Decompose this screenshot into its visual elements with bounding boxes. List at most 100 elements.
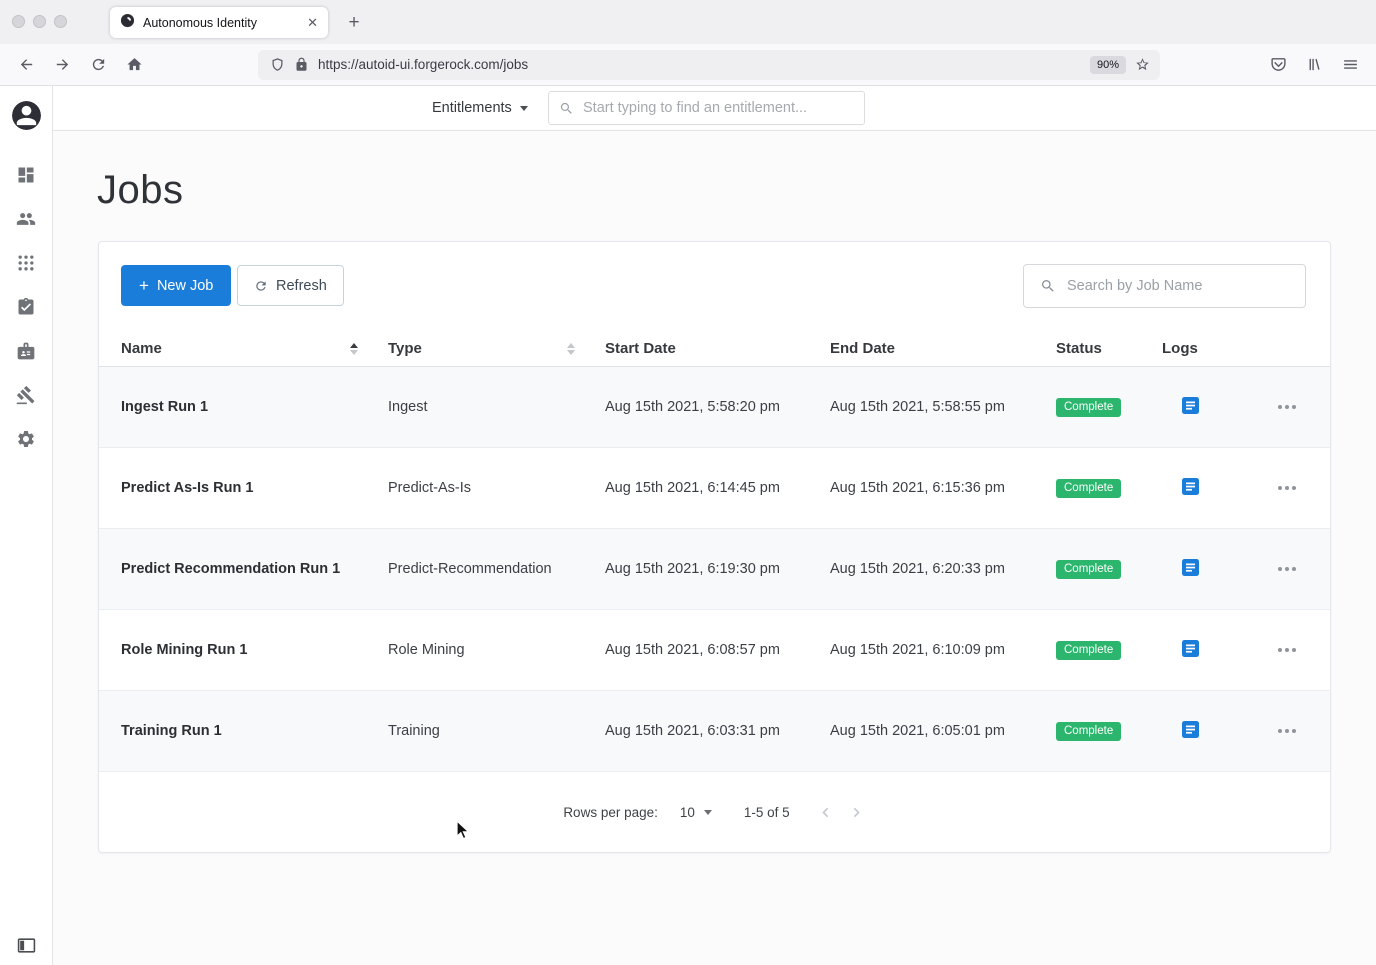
job-start-date: Aug 15th 2021, 6:19:30 pm [605, 561, 780, 577]
table-row: Role Mining Run 1 Role Mining Aug 15th 2… [99, 610, 1330, 691]
table-row: Predict Recommendation Run 1 Predict-Rec… [99, 529, 1330, 610]
reload-button[interactable] [80, 50, 116, 80]
row-actions-button[interactable] [1278, 567, 1296, 571]
tab-title: Autonomous Identity [143, 15, 257, 30]
search-icon [560, 102, 572, 114]
entitlements-dropdown[interactable]: Entitlements [432, 86, 528, 130]
bookmark-star-icon[interactable] [1135, 57, 1150, 72]
job-end-date: Aug 15th 2021, 6:05:01 pm [830, 723, 1005, 739]
next-page-button[interactable] [847, 803, 866, 822]
job-start-date: Aug 15th 2021, 6:03:31 pm [605, 723, 780, 739]
sidebar-item-rules[interactable] [16, 385, 36, 405]
job-search-input[interactable] [1067, 278, 1293, 294]
browser-chrome: Autonomous Identity ✕ + https://autoid-u… [0, 0, 1376, 86]
refresh-button[interactable]: Refresh [237, 265, 344, 306]
search-icon [1042, 280, 1054, 292]
sidebar-item-dashboard[interactable] [16, 165, 36, 185]
rows-per-page-label: Rows per page: [563, 804, 658, 820]
job-type: Role Mining [388, 642, 465, 658]
status-badge: Complete [1056, 478, 1122, 498]
plus-icon: + [139, 275, 149, 295]
sidebar-item-identities[interactable] [16, 209, 36, 229]
status-badge: Complete [1056, 559, 1122, 579]
row-actions-button[interactable] [1278, 486, 1296, 490]
job-type: Predict-As-Is [388, 480, 471, 496]
new-tab-button[interactable]: + [342, 11, 366, 35]
browser-window: Autonomous Identity ✕ + https://autoid-u… [0, 0, 1376, 965]
zoom-indicator[interactable]: 90% [1089, 55, 1126, 74]
job-start-date: Aug 15th 2021, 6:08:57 pm [605, 642, 780, 658]
job-end-date: Aug 15th 2021, 6:10:09 pm [830, 642, 1005, 658]
window-minimize-button[interactable] [33, 15, 46, 28]
page-title: Jobs [97, 168, 184, 212]
new-job-label: New Job [156, 277, 214, 294]
lock-icon[interactable] [294, 57, 309, 72]
job-end-date: Aug 15th 2021, 6:20:33 pm [830, 561, 1005, 577]
avatar[interactable] [11, 101, 41, 130]
window-controls [12, 15, 67, 28]
sidebar-item-tasks[interactable] [16, 297, 36, 317]
entitlements-dropdown-label: Entitlements [432, 100, 512, 116]
job-name: Predict Recommendation Run 1 [121, 561, 341, 577]
sidebar-item-entitlements[interactable] [16, 341, 36, 361]
sidebar-collapse-button[interactable] [0, 936, 52, 955]
sidebar-item-settings[interactable] [16, 429, 36, 449]
refresh-icon [256, 280, 266, 291]
chevron-down-icon [703, 809, 712, 815]
window-close-button[interactable] [12, 15, 25, 28]
row-actions-button[interactable] [1278, 729, 1296, 733]
logs-button[interactable] [1182, 720, 1199, 738]
table-row: Ingest Run 1 Ingest Aug 15th 2021, 5:58:… [99, 367, 1330, 448]
forward-button[interactable] [44, 50, 80, 80]
table-row: Predict As-Is Run 1 Predict-As-Is Aug 15… [99, 448, 1330, 529]
status-badge: Complete [1056, 721, 1122, 741]
menu-button[interactable] [1332, 50, 1368, 80]
column-header-name[interactable]: Name [121, 340, 388, 357]
column-header-type[interactable]: Type [388, 340, 605, 357]
logs-button[interactable] [1182, 396, 1199, 414]
home-button[interactable] [116, 50, 152, 80]
url-bar[interactable]: https://autoid-ui.forgerock.com/jobs 90% [258, 49, 1160, 80]
new-job-button[interactable]: + New Job [121, 265, 232, 306]
job-start-date: Aug 15th 2021, 5:58:20 pm [605, 399, 780, 415]
job-type: Predict-Recommendation [388, 561, 552, 577]
job-name: Ingest Run 1 [121, 399, 209, 415]
job-type: Training [388, 723, 440, 739]
navigation-toolbar: https://autoid-ui.forgerock.com/jobs 90% [0, 44, 1376, 86]
chevron-down-icon [519, 105, 528, 111]
window-zoom-button[interactable] [54, 15, 67, 28]
job-name: Predict As-Is Run 1 [121, 480, 254, 496]
entitlement-search[interactable] [548, 91, 865, 125]
row-actions-button[interactable] [1278, 648, 1296, 652]
job-search[interactable] [1023, 264, 1306, 308]
entitlement-search-input[interactable] [583, 100, 854, 116]
column-header-status: Status [1056, 340, 1102, 357]
sidebar-item-applications[interactable] [16, 253, 36, 273]
row-actions-button[interactable] [1278, 405, 1296, 409]
main-content: Jobs + New Job Refresh Search by Job Nam… [53, 131, 1376, 965]
job-name: Training Run 1 [121, 723, 222, 739]
pocket-icon[interactable] [1260, 50, 1296, 80]
status-badge: Complete [1056, 640, 1122, 660]
sidebar-nav [16, 165, 36, 449]
app-frame: Entitlements Jobs + New Job Refresh [0, 86, 1376, 965]
job-start-date: Aug 15th 2021, 6:14:45 pm [605, 480, 780, 496]
refresh-label: Refresh [276, 277, 327, 294]
rows-per-page-select[interactable]: 10 [680, 805, 712, 820]
back-button[interactable] [8, 50, 44, 80]
tracking-shield-icon[interactable] [270, 57, 285, 72]
tab-strip: Autonomous Identity ✕ + [0, 0, 1376, 44]
logs-button[interactable] [1182, 558, 1199, 576]
library-icon[interactable] [1296, 50, 1332, 80]
pagination-bar: Rows per page: 10 1-5 of 5 [99, 772, 1330, 852]
previous-page-button[interactable] [816, 803, 835, 822]
logs-button[interactable] [1182, 639, 1199, 657]
tab-favicon [120, 13, 135, 33]
status-badge: Complete [1056, 397, 1122, 417]
sort-icon [350, 342, 358, 355]
tab-close-button[interactable]: ✕ [307, 15, 318, 31]
logs-button[interactable] [1182, 477, 1199, 495]
url-input[interactable]: https://autoid-ui.forgerock.com/jobs [318, 57, 1081, 72]
column-header-start-date: Start Date [605, 340, 676, 357]
browser-tab[interactable]: Autonomous Identity ✕ [110, 7, 328, 38]
